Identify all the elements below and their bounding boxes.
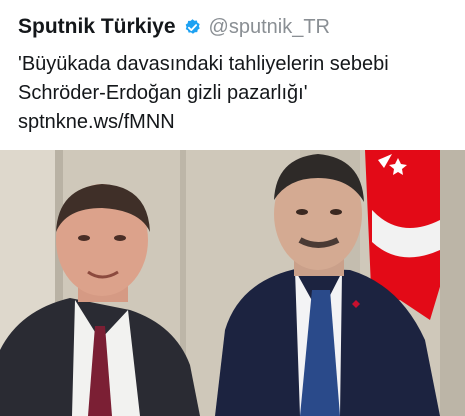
tweet-photo[interactable] [0, 150, 465, 416]
photo-two-men-icon [0, 150, 465, 416]
tweet-text-line-1: 'Büyükada davasındaki tahliyelerin sebeb… [18, 53, 389, 75]
tweet-text-line-2: Schröder-Erdoğan gizli pazarlığı' [18, 82, 308, 104]
tweet-card[interactable]: Sputnik Türkiye @sputnik_TR 'Büyükada da… [0, 0, 465, 416]
tweet-link[interactable]: sptnkne.ws/fMNN [18, 108, 458, 137]
verified-badge-icon [183, 18, 202, 37]
user-handle[interactable]: @sputnik_TR [209, 16, 330, 39]
tweet-header: Sputnik Türkiye @sputnik_TR [18, 14, 330, 40]
display-name[interactable]: Sputnik Türkiye [18, 15, 176, 39]
tweet-text: 'Büyükada davasındaki tahliyelerin sebeb… [18, 50, 458, 137]
